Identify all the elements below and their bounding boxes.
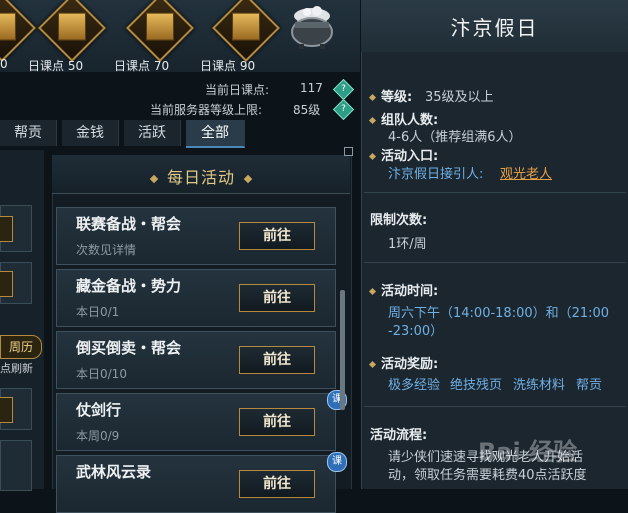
reward-item[interactable]: 洗练材料	[513, 374, 565, 393]
reward-item[interactable]: 绝技残页	[450, 374, 502, 393]
activity-item[interactable]: 仗剑行 本周0/9 前往 课	[56, 390, 347, 451]
activity-item[interactable]: 倒买倒卖・帮会 本日0/10 前往	[56, 331, 336, 389]
server-level-value: 85级	[293, 103, 321, 117]
side-card[interactable]	[0, 388, 32, 430]
scrollbar[interactable]	[340, 290, 345, 410]
help-icon[interactable]: ?	[332, 98, 355, 121]
tab-contribution[interactable]: 帮贡	[0, 120, 57, 146]
panel-title: 每日活动	[166, 168, 235, 187]
cauldron-icon[interactable]	[287, 2, 337, 50]
server-level-label: 当前服务器等级上限:	[150, 103, 263, 117]
diamond-icon	[149, 174, 159, 183]
activity-count: 次数见详情	[76, 243, 137, 257]
flow-label: 活动流程:	[370, 428, 428, 443]
left-list-panel	[0, 150, 44, 489]
divider	[364, 192, 626, 193]
go-button[interactable]: 前往	[239, 284, 315, 312]
detail-title: 汴京假日	[450, 16, 539, 40]
go-button[interactable]: 前往	[239, 346, 315, 374]
activity-count: 本日0/10	[76, 367, 127, 381]
go-button[interactable]: 前往	[239, 408, 315, 436]
entry-label: 活动入口:	[368, 145, 438, 164]
category-tabs: 帮贡 金钱 活跃 全部	[0, 120, 360, 148]
activity-item[interactable]: 联赛备战・帮会 次数见详情 前往	[56, 207, 336, 265]
activity-name: 仗剑行	[76, 401, 122, 419]
reward-label: 活动奖励:	[368, 353, 438, 372]
collapse-icon[interactable]	[344, 147, 353, 156]
help-icon[interactable]: ?	[332, 78, 355, 101]
divider	[364, 406, 626, 407]
time-value-line1: 周六下午（14:00-18:00）和（21:00	[388, 306, 610, 321]
time-value-line2: -23:00）	[388, 324, 444, 339]
side-card[interactable]	[0, 262, 32, 304]
activity-name: 武林风云录	[76, 463, 152, 481]
divider	[364, 262, 626, 263]
panel-header: 每日活动	[52, 155, 350, 194]
go-button[interactable]: 前往	[239, 470, 315, 498]
level-label: 等级:	[368, 86, 412, 105]
current-points-value: 117	[300, 81, 323, 95]
reward-tier-label: 0	[0, 57, 8, 71]
time-label: 活动时间:	[368, 280, 438, 299]
course-badge-icon: 课	[327, 452, 347, 472]
activity-name: 倒买倒卖・帮会	[76, 339, 182, 357]
watermark-logo: Bai 经验	[478, 438, 578, 466]
reward-item[interactable]: 极多经验	[388, 374, 440, 393]
side-card[interactable]	[0, 440, 32, 491]
activity-item[interactable]: 武林风云录 前往 课	[56, 452, 347, 513]
activity-name: 藏金备战・势力	[76, 277, 182, 295]
entry-npc-link[interactable]: 观光老人	[500, 163, 552, 182]
limit-label: 限制次数:	[370, 213, 428, 228]
current-points-label: 当前日课点:	[205, 83, 270, 97]
team-size-value: 4-6人（推荐组满6人）	[388, 130, 522, 145]
refresh-note: 点刷新	[0, 362, 33, 375]
reward-tier-label: 日课点 50	[28, 59, 84, 73]
entry-npc-prefix: 汴京假日接引人:	[388, 167, 484, 182]
tab-active[interactable]: 活跃	[124, 120, 181, 146]
activity-item[interactable]: 藏金备战・势力 本日0/1 前往	[56, 269, 336, 327]
reward-tier-label: 日课点 70	[114, 59, 170, 73]
side-card[interactable]	[0, 205, 32, 252]
limit-value: 1环/周	[388, 237, 427, 252]
activity-name: 联赛备战・帮会	[76, 215, 182, 233]
level-value: 35级及以上	[425, 90, 494, 105]
activity-count: 本日0/1	[76, 305, 120, 319]
detail-header: 汴京假日	[361, 0, 628, 52]
reward-tier-label: 日课点 90	[200, 59, 256, 73]
diamond-icon	[243, 174, 253, 183]
activity-count: 本周0/9	[76, 429, 120, 443]
go-button[interactable]: 前往	[239, 222, 315, 250]
tab-money[interactable]: 金钱	[62, 120, 119, 146]
reward-item[interactable]: 帮贡	[576, 374, 602, 393]
tab-all[interactable]: 全部	[186, 120, 245, 148]
weekly-calendar-button[interactable]: 周历	[0, 335, 42, 359]
